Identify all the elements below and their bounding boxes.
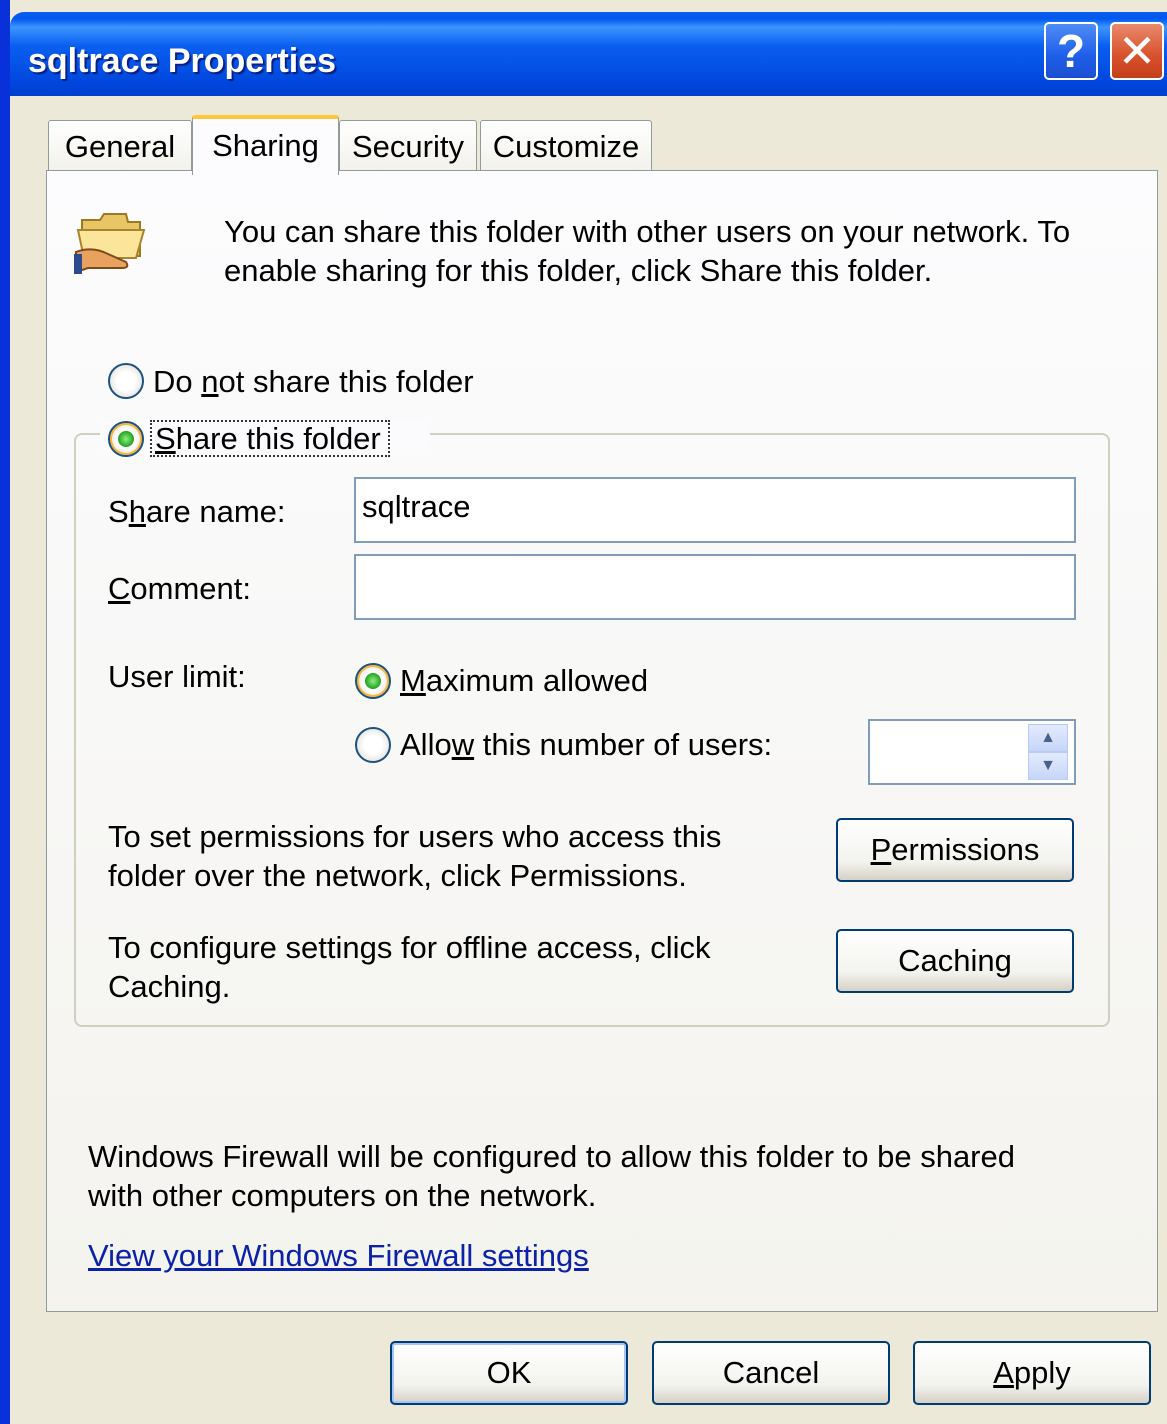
cancel-button[interactable]: Cancel [652,1341,890,1405]
caching-button[interactable]: Cachin g [836,929,1074,993]
intro-text: You can share this folder with other use… [224,212,1124,290]
title-bar[interactable]: sqltrace Properties [10,12,1167,96]
caching-text-line-2: Caching. [108,969,231,1004]
intro-line-2: enable sharing for this folder, click Sh… [224,253,933,288]
comment-label: Comment: [108,571,251,606]
user-count-spinner[interactable]: ▲ ▼ [868,719,1076,785]
share-this-folder-radio[interactable] [108,421,144,457]
share-this-folder-label[interactable]: Share this folder [150,420,390,457]
spin-up-button[interactable]: ▲ [1028,724,1068,752]
apply-button[interactable]: Apply [913,1341,1151,1405]
maximum-allowed-label[interactable]: Maximum allowed [400,663,648,699]
close-button[interactable]: ✕ [1110,22,1164,80]
caching-text-line-1: To configure settings for offline access… [108,930,711,965]
tab-general[interactable]: General [48,120,192,172]
ok-button[interactable]: OK [390,1341,628,1405]
do-not-share-label[interactable]: Do not share this folder [153,364,474,400]
permissions-text-line-1: To set permissions for users who access … [108,819,722,854]
do-not-share-radio[interactable] [108,363,144,399]
share-name-label: Share name: [108,494,286,529]
comment-input[interactable] [354,554,1076,620]
permissions-text: To set permissions for users who access … [108,817,721,895]
window-title: sqltrace Properties [28,42,337,80]
help-button[interactable]: ? [1044,22,1098,80]
maximum-allowed-radio[interactable] [355,663,391,699]
tab-sharing[interactable]: Sharing [192,115,339,175]
user-limit-label: User limit: [108,659,246,694]
allow-number-label[interactable]: Allow this number of users: [400,727,772,763]
permissions-text-line-2: folder over the network, click Permissio… [108,858,687,893]
allow-number-radio[interactable] [355,727,391,763]
firewall-settings-link[interactable]: View your Windows Firewall settings [88,1238,589,1274]
spin-down-button[interactable]: ▼ [1028,752,1068,780]
caching-text: To configure settings for offline access… [108,928,711,1006]
firewall-text-line-2: with other computers on the network. [88,1178,597,1213]
share-name-input[interactable]: sqltrace [354,477,1076,543]
shared-folder-icon [74,213,146,274]
permissions-button[interactable]: Permissions [836,818,1074,882]
firewall-text: Windows Firewall will be configured to a… [88,1137,1015,1215]
firewall-text-line-1: Windows Firewall will be configured to a… [88,1139,1015,1174]
tab-security[interactable]: Security [339,120,477,172]
intro-line-1: You can share this folder with other use… [224,214,1071,249]
tab-customize[interactable]: Customize [480,120,652,172]
